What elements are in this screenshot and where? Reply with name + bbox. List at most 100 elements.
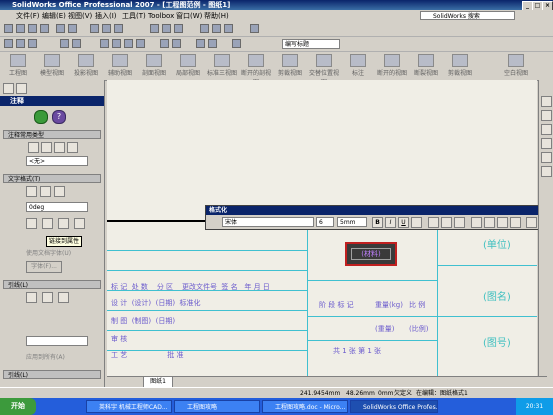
leader-icon-1[interactable] bbox=[26, 292, 37, 303]
leader-icon-2[interactable] bbox=[42, 292, 53, 303]
start-button[interactable]: 开始 bbox=[0, 398, 36, 415]
stack-icon[interactable] bbox=[526, 217, 537, 228]
cmd-broken-view[interactable]: 断裂视图 bbox=[410, 54, 442, 78]
print-icon[interactable] bbox=[40, 24, 49, 33]
cmd-model-view[interactable]: 模型视图 bbox=[36, 54, 68, 78]
zoom-icon[interactable] bbox=[90, 24, 99, 33]
new-icon[interactable] bbox=[4, 24, 13, 33]
bullets-icon[interactable] bbox=[484, 217, 495, 228]
align-left-icon[interactable] bbox=[100, 39, 109, 48]
align-left-text-icon[interactable] bbox=[26, 186, 37, 197]
menu-tools[interactable]: 工具(T) bbox=[120, 10, 148, 22]
cmd-empty-view[interactable]: 空白视图 bbox=[500, 54, 532, 78]
sketch-icon[interactable] bbox=[150, 24, 159, 33]
rebuild-icon[interactable] bbox=[68, 24, 77, 33]
save-icon[interactable] bbox=[28, 24, 37, 33]
style-icon-2[interactable] bbox=[41, 142, 52, 153]
task-solidworks[interactable]: SolidWorks Office Profes... bbox=[350, 400, 438, 413]
align-center-text-icon[interactable] bbox=[40, 186, 51, 197]
cmd-drawing[interactable]: 工程图 bbox=[2, 54, 34, 78]
appearance-icon[interactable] bbox=[541, 166, 552, 177]
cmd-standard-3-view[interactable]: 标准三视图 bbox=[206, 54, 238, 78]
cmd-crop-view-2[interactable]: 剪裁视图 bbox=[444, 54, 476, 78]
task-word[interactable]: 工程图攻略.doc - Micro... bbox=[262, 400, 348, 413]
ungroup-icon[interactable] bbox=[172, 39, 181, 48]
line-style-icon[interactable] bbox=[60, 39, 69, 48]
italic-button[interactable]: I bbox=[385, 217, 396, 228]
smart-dimension-icon[interactable] bbox=[200, 24, 209, 33]
resources-icon[interactable] bbox=[541, 110, 552, 121]
numbering-icon[interactable] bbox=[471, 217, 482, 228]
insert-hyperlink-icon[interactable] bbox=[26, 218, 37, 229]
task-cad[interactable]: 英科宇 机械工程师CAD... bbox=[86, 400, 172, 413]
cmd-alternate-position[interactable]: 交替位置视图 bbox=[308, 54, 340, 86]
cmd-auxiliary-view[interactable]: 辅助视图 bbox=[104, 54, 136, 78]
layer-properties-icon[interactable] bbox=[232, 39, 241, 48]
lock-note-icon[interactable] bbox=[74, 218, 85, 229]
style-icon-3[interactable] bbox=[54, 142, 65, 153]
show-icon[interactable] bbox=[208, 39, 217, 48]
rotate-icon[interactable] bbox=[114, 24, 123, 33]
menu-toolbox[interactable]: Toolbox bbox=[146, 10, 176, 22]
home-icon[interactable] bbox=[541, 96, 552, 107]
hide-icon[interactable] bbox=[196, 39, 205, 48]
menu-edit[interactable]: 编辑(E) bbox=[40, 10, 68, 22]
align-center-fmt-icon[interactable] bbox=[441, 217, 452, 228]
group-icon[interactable] bbox=[160, 39, 169, 48]
font-button[interactable]: 字体(F)... bbox=[26, 261, 62, 273]
library-icon[interactable] bbox=[541, 124, 552, 135]
align-top-icon[interactable] bbox=[124, 39, 133, 48]
cmd-crop-view[interactable]: 剪裁视图 bbox=[274, 54, 306, 78]
height-input[interactable]: 5mm bbox=[337, 217, 367, 227]
ok-icon[interactable] bbox=[34, 110, 48, 124]
style-icon-1[interactable] bbox=[28, 142, 39, 153]
menu-file[interactable]: 文件(F) bbox=[14, 10, 42, 22]
arrow-style-select[interactable] bbox=[26, 336, 88, 346]
snap-icon[interactable] bbox=[28, 39, 37, 48]
font-select[interactable]: 宋体 bbox=[222, 217, 314, 227]
group-common-types[interactable]: 注释常用类型 bbox=[3, 130, 101, 139]
indent-increase-icon[interactable] bbox=[510, 217, 521, 228]
feature-tree-tab-icon[interactable] bbox=[3, 83, 14, 94]
cmd-projected-view[interactable]: 投影视图 bbox=[70, 54, 102, 78]
leader-icon-3[interactable] bbox=[58, 292, 69, 303]
group-leader-2[interactable]: 引线(L) bbox=[3, 370, 101, 379]
help-icon[interactable]: ? bbox=[52, 110, 66, 124]
link-to-property-icon[interactable] bbox=[42, 218, 53, 229]
use-doc-font-checkbox[interactable]: 使用文档字体(U) bbox=[26, 248, 71, 257]
circle-icon[interactable] bbox=[174, 24, 183, 33]
cmd-broken-out-section[interactable]: 断开的剖视图 bbox=[240, 54, 272, 86]
align-right-fmt-icon[interactable] bbox=[454, 217, 465, 228]
align-left-fmt-icon[interactable] bbox=[428, 217, 439, 228]
cmd-annotation[interactable]: 标注 bbox=[342, 54, 374, 78]
group-text-format[interactable]: 文字格式(T) bbox=[3, 174, 101, 183]
property-tab-icon[interactable] bbox=[16, 83, 27, 94]
explorer-icon[interactable] bbox=[541, 138, 552, 149]
cmd-break-view[interactable]: 断开的视图 bbox=[376, 54, 408, 78]
bold-button[interactable]: B bbox=[372, 217, 383, 228]
open-icon[interactable] bbox=[16, 24, 25, 33]
apply-all-checkbox[interactable]: 应用到所有(A) bbox=[26, 352, 65, 361]
angle-input[interactable]: 0deg bbox=[26, 202, 88, 212]
undo-icon[interactable] bbox=[56, 24, 65, 33]
layer-icon[interactable] bbox=[250, 24, 259, 33]
size-select[interactable]: 6 bbox=[316, 217, 334, 227]
grid-icon[interactable] bbox=[16, 39, 25, 48]
pan-icon[interactable] bbox=[102, 24, 111, 33]
material-box[interactable]: (材料) bbox=[345, 242, 397, 266]
note-icon[interactable] bbox=[212, 24, 221, 33]
align-right-text-icon[interactable] bbox=[54, 186, 65, 197]
strikethrough-icon[interactable] bbox=[411, 217, 422, 228]
add-symbol-icon[interactable] bbox=[58, 218, 69, 229]
search-input[interactable]: SolidWorks 搜索 bbox=[420, 11, 515, 20]
indent-decrease-icon[interactable] bbox=[497, 217, 508, 228]
line-icon[interactable] bbox=[162, 24, 171, 33]
menu-view[interactable]: 视图(V) bbox=[66, 10, 94, 22]
group-leader[interactable]: 引线(L) bbox=[3, 280, 101, 289]
cmd-section-view[interactable]: 剖面视图 bbox=[138, 54, 170, 78]
style-select[interactable]: <无> bbox=[26, 156, 88, 166]
line-thickness-icon[interactable] bbox=[72, 39, 81, 48]
select-icon[interactable] bbox=[4, 39, 13, 48]
menu-insert[interactable]: 插入(I) bbox=[93, 10, 119, 22]
balloon-icon[interactable] bbox=[224, 24, 233, 33]
